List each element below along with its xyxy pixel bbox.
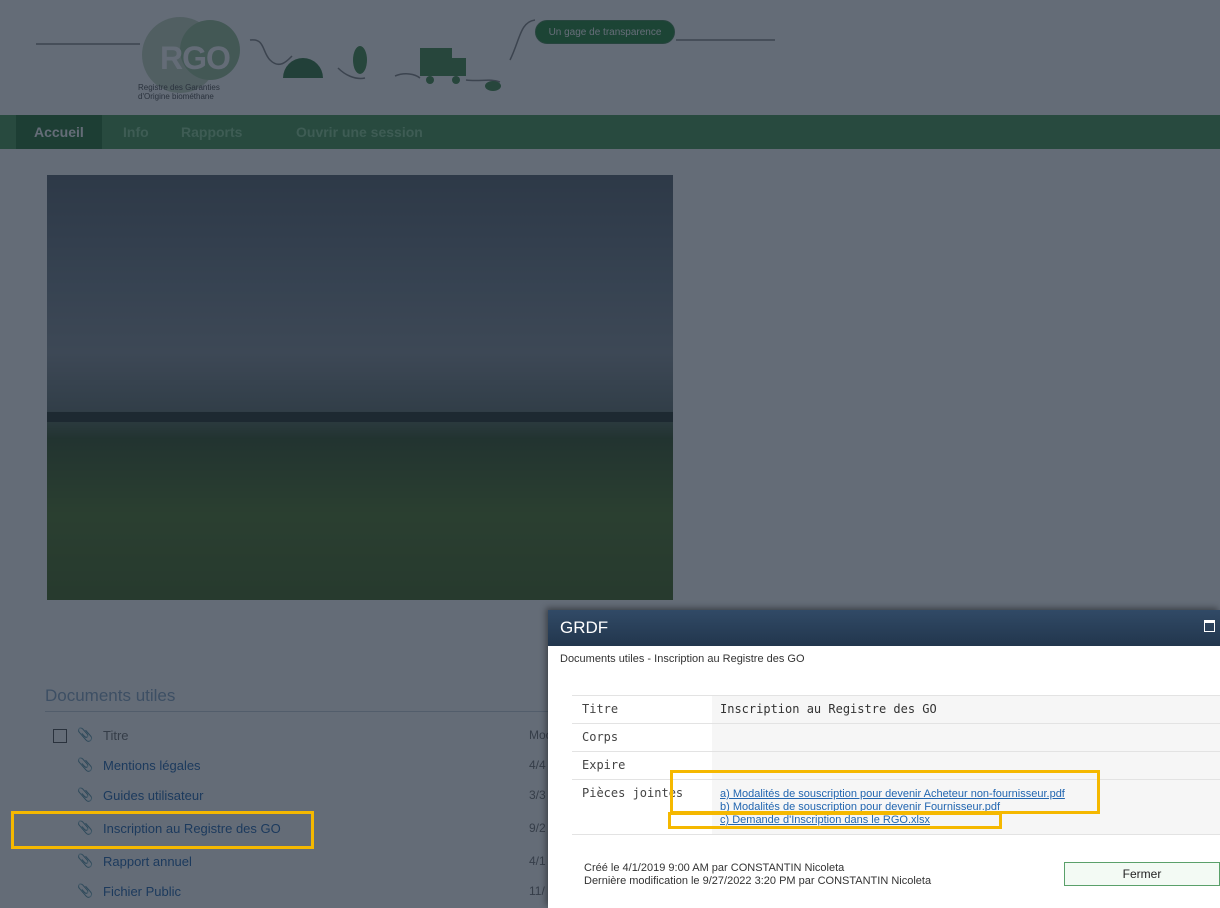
attachment-icon: 📎 (77, 821, 94, 836)
document-link[interactable]: Rapport annuel (103, 854, 192, 869)
logo-subtitle: Registre des Garanties d'Origine biométh… (138, 83, 220, 101)
dialog-titlebar: GRDF (548, 610, 1220, 646)
tagline: Un gage de transparence (535, 20, 675, 44)
main-nav: Accueil Info Rapports Ouvrir une session (0, 115, 1220, 149)
section-divider (45, 711, 555, 712)
table-row: 📎 Guides utilisateur 3/3 (45, 784, 565, 810)
table-row: 📎 Inscription au Registre des GO 9/2 (45, 817, 565, 843)
field-titre: Titre Inscription au Registre des GO (572, 695, 1220, 724)
attachment-icon: 📎 (77, 758, 94, 773)
photo-horizon (47, 412, 673, 422)
field-label: Expire (582, 758, 626, 772)
table-header: 📎 Titre Moc (45, 724, 565, 750)
attachment-icon: 📎 (77, 788, 94, 803)
field-corps: Corps (572, 723, 1220, 752)
documents-section-title: Documents utiles (45, 686, 176, 705)
column-title[interactable]: Titre (103, 728, 129, 743)
document-date: 4/4 (529, 758, 546, 772)
attachment-link[interactable]: a) Modalités de souscription pour deveni… (720, 788, 1065, 800)
attachment-icon: 📎 (77, 728, 94, 743)
maximize-icon[interactable] (1204, 620, 1215, 632)
attachment-icon: 📎 (77, 884, 94, 899)
field-value-container: a) Modalités de souscription pour deveni… (712, 780, 1220, 834)
field-value-container (712, 724, 1220, 752)
field-label: Titre (582, 702, 619, 716)
document-date: 4/1 (529, 854, 546, 868)
attachment-link[interactable]: b) Modalités de souscription pour deveni… (720, 801, 1000, 813)
document-link[interactable]: Inscription au Registre des GO (103, 821, 281, 836)
page: RGO Registre des Garanties d'Origine bio… (0, 0, 1220, 908)
field-expire: Expire (572, 751, 1220, 780)
field-label: Pièces jointes (582, 786, 684, 800)
field-value-container: Inscription au Registre des GO (712, 696, 1220, 724)
attachment-link[interactable]: c) Demande d'Inscription dans le RGO.xls… (720, 814, 930, 826)
landscape-photo (47, 175, 673, 600)
field-pieces-jointes: Pièces jointes a) Modalités de souscript… (572, 779, 1220, 835)
attachment-icon: 📎 (77, 854, 94, 869)
nav-info[interactable]: Info (123, 115, 149, 149)
document-dialog: GRDF Documents utiles - Inscription au R… (548, 610, 1220, 908)
modified-info: Dernière modification le 9/27/2022 3:20 … (584, 875, 932, 887)
table-row: 📎 Mentions légales 4/4 (45, 754, 565, 780)
nav-accueil[interactable]: Accueil (16, 115, 102, 149)
breadcrumb: Documents utiles - Inscription au Regist… (560, 653, 805, 665)
field-value: Inscription au Registre des GO (720, 702, 937, 716)
header-illustration (36, 17, 775, 93)
document-link[interactable]: Fichier Public (103, 884, 181, 899)
site-header: RGO Registre des Garanties d'Origine bio… (0, 0, 1220, 115)
document-date: 3/3 (529, 788, 546, 802)
document-link[interactable]: Mentions légales (103, 758, 201, 773)
document-date: 9/2 (529, 821, 546, 835)
table-row: 📎 Rapport annuel 4/1 (45, 850, 565, 876)
created-info: Créé le 4/1/2019 9:00 AM par CONSTANTIN … (584, 862, 845, 874)
table-row: 📎 Fichier Public 11/ (45, 880, 565, 906)
nav-rapports[interactable]: Rapports (181, 115, 242, 149)
field-label: Corps (582, 730, 619, 744)
nav-ouvrir-session[interactable]: Ouvrir une session (296, 115, 423, 149)
document-link[interactable]: Guides utilisateur (103, 788, 203, 803)
close-button[interactable]: Fermer (1064, 862, 1220, 886)
document-date: 11/ (529, 884, 545, 898)
dialog-title: GRDF (560, 618, 609, 637)
field-value-container (712, 752, 1220, 780)
select-all-checkbox[interactable] (53, 729, 67, 743)
logo: RGO (160, 40, 231, 76)
